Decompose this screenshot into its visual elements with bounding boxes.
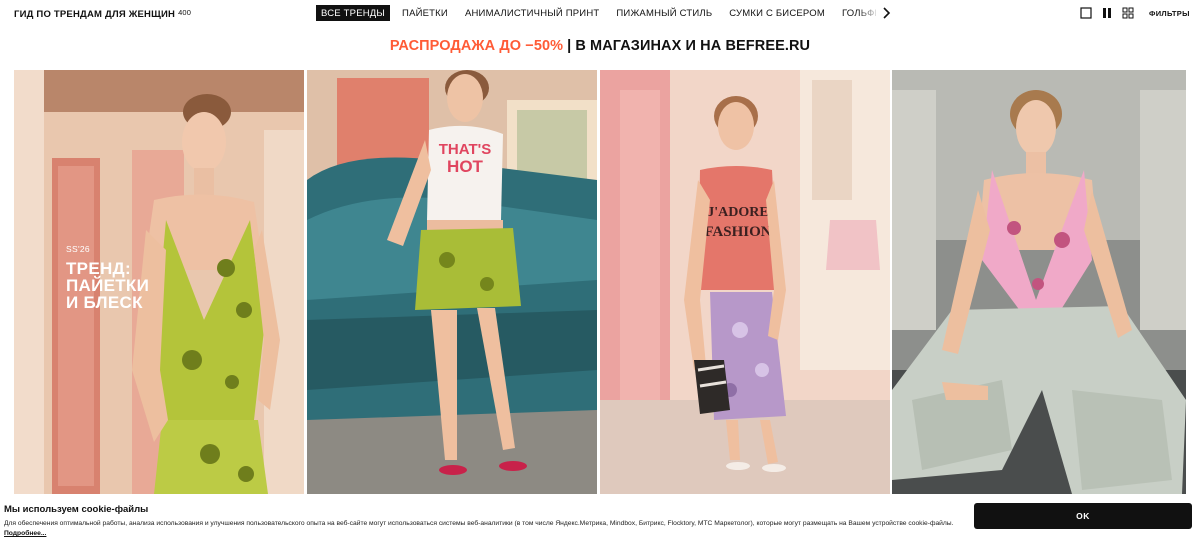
- page-title-text: ГИД ПО ТРЕНДАМ ДЛЯ ЖЕНЩИН: [14, 9, 176, 20]
- look-card-4[interactable]: [892, 70, 1186, 494]
- svg-text:THAT'S: THAT'S: [439, 141, 491, 158]
- grid-view-icon[interactable]: [1122, 7, 1134, 19]
- svg-text:FASHION: FASHION: [704, 224, 771, 240]
- cookie-banner: Мы используем cookie-файлы Для обеспечен…: [0, 494, 1200, 544]
- promo-sale-text: РАСПРОДАЖА ДО −50%: [389, 38, 564, 54]
- svg-text:HOT: HOT: [447, 157, 484, 176]
- look-card-2[interactable]: THAT'S HOT: [307, 70, 597, 494]
- trend-tabs: ВСЕ ТРЕНДЫ ПАЙЕТКИ АНИМАЛИСТИЧНЫЙ ПРИНТ …: [316, 5, 876, 21]
- filters-button[interactable]: ФИЛЬТРЫ: [1149, 9, 1190, 18]
- promo-rest-text: В МАГАЗИНАХ И НА BEFREE.RU: [575, 38, 811, 54]
- svg-text:J'ADORE: J'ADORE: [707, 205, 768, 220]
- tab-animal-print[interactable]: АНИМАЛИСТИЧНЫЙ ПРИНТ: [460, 5, 604, 21]
- look-photo-2: THAT'S HOT: [307, 70, 597, 494]
- single-column-view-icon[interactable]: [1080, 7, 1092, 19]
- look-photo-3: J'ADORE FASHION: [600, 70, 890, 494]
- cookie-text: Для обеспечения оптимальной работы, анал…: [4, 519, 954, 539]
- two-column-view-icon[interactable]: [1101, 7, 1113, 19]
- product-count: 400: [178, 8, 192, 17]
- tab-pajama-style[interactable]: ПИЖАМНЫЙ СТИЛЬ: [611, 5, 717, 21]
- promo-banner[interactable]: РАСПРОДАЖА ДО −50% | В МАГАЗИНАХ И НА BEFR…: [0, 38, 1200, 54]
- tab-beaded-bags[interactable]: СУМКИ С БИСЕРОМ: [724, 5, 830, 21]
- promo-separator: |: [567, 38, 572, 54]
- cookie-more-link[interactable]: Подробнее...: [4, 530, 46, 537]
- look-gallery: SS'26 ТРЕНД: ПАЙЕТКИ И БЛЕСК THAT'S HOT: [14, 70, 1186, 494]
- page-title: ГИД ПО ТРЕНДАМ ДЛЯ ЖЕНЩИН 400: [14, 8, 191, 20]
- top-bar: ГИД ПО ТРЕНДАМ ДЛЯ ЖЕНЩИН 400 ВСЕ ТРЕНДЫ …: [0, 0, 1200, 28]
- view-switcher: [1080, 7, 1134, 19]
- cookie-title: Мы используем cookie-файлы: [4, 504, 149, 515]
- tabs-fade: [858, 4, 880, 22]
- chevron-right-icon[interactable]: [880, 6, 892, 20]
- tab-all-trends[interactable]: ВСЕ ТРЕНДЫ: [316, 5, 391, 21]
- tab-sequins[interactable]: ПАЙЕТКИ: [397, 5, 453, 21]
- look-photo-4: [892, 70, 1186, 494]
- cookie-ok-button[interactable]: OK: [974, 503, 1192, 529]
- look-card-3[interactable]: J'ADORE FASHION: [600, 70, 890, 494]
- look-card-1[interactable]: SS'26 ТРЕНД: ПАЙЕТКИ И БЛЕСК: [14, 70, 304, 494]
- cookie-body: Для обеспечения оптимальной работы, анал…: [4, 520, 954, 527]
- look-photo-1: [14, 70, 304, 494]
